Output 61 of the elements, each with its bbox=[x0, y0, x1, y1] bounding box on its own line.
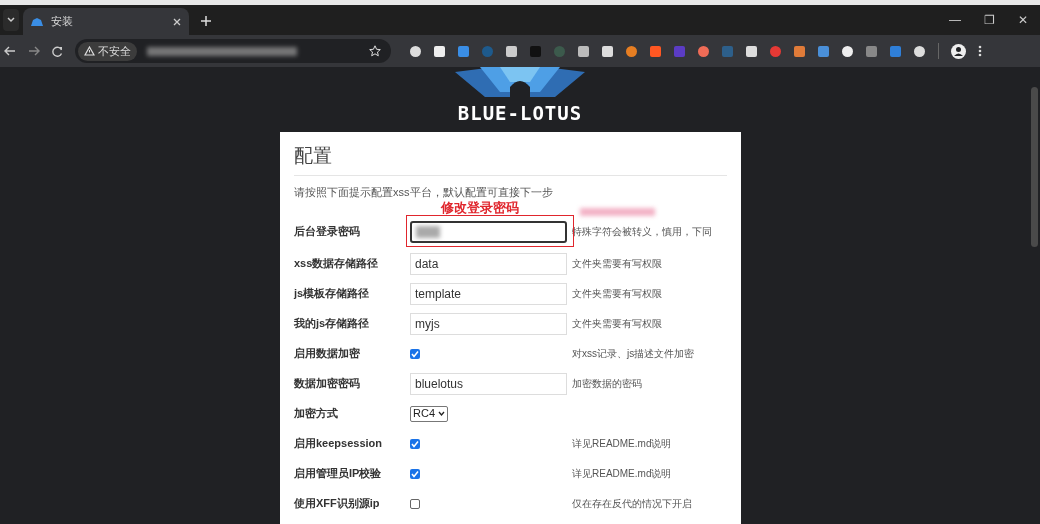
extension-icon[interactable] bbox=[625, 44, 638, 58]
hint-text: 加密数据的密码 bbox=[572, 377, 642, 391]
page-title: 配置 bbox=[294, 146, 727, 176]
minimize-button[interactable]: — bbox=[938, 11, 972, 29]
hint-text: 文件夹需要有写权限 bbox=[572, 257, 662, 271]
lotus-favicon bbox=[31, 17, 43, 26]
extension-icon[interactable] bbox=[841, 44, 854, 58]
checkbox[interactable] bbox=[410, 348, 420, 359]
input-field[interactable]: data bbox=[410, 252, 567, 275]
reload-icon[interactable] bbox=[52, 45, 63, 57]
intro-text: 请按照下面提示配置xss平台，默认配置可直接下一步 bbox=[294, 185, 553, 200]
restore-button[interactable]: ❐ bbox=[972, 11, 1006, 29]
logo-text: BLUE-LOTUS bbox=[457, 101, 583, 126]
chevron-down-icon bbox=[438, 411, 445, 416]
input-field[interactable]: myjs bbox=[410, 312, 567, 335]
field-label: 加密方式 bbox=[294, 406, 339, 422]
browser-tab[interactable]: 安装 bbox=[23, 8, 189, 35]
extension-icon[interactable] bbox=[577, 44, 590, 58]
address-bar[interactable]: 不安全 bbox=[75, 39, 391, 63]
menu-icon[interactable] bbox=[978, 45, 982, 57]
field-label: 使用XFF识别源ip bbox=[294, 496, 381, 512]
profile-icon[interactable] bbox=[951, 43, 966, 59]
extension-icon[interactable] bbox=[745, 44, 758, 58]
security-label: 不安全 bbox=[98, 43, 131, 59]
checkbox[interactable] bbox=[410, 438, 420, 449]
checkbox[interactable] bbox=[410, 468, 420, 479]
extension-icon[interactable] bbox=[601, 44, 614, 58]
extension-icon[interactable] bbox=[409, 44, 422, 58]
hint-text: 详见README.md说明 bbox=[572, 437, 672, 451]
hint-text: 对xss记录、js描述文件加密 bbox=[572, 347, 695, 361]
field-label: 启用keepsession bbox=[294, 436, 384, 452]
close-icon[interactable] bbox=[173, 17, 181, 26]
field-label: xss数据存储路径 bbox=[294, 256, 380, 272]
hint-text: 文件夹需要有写权限 bbox=[572, 287, 662, 301]
field-label: 启用数据加密 bbox=[294, 346, 361, 362]
forward-icon[interactable] bbox=[28, 46, 40, 56]
chevron-down-icon bbox=[7, 17, 15, 23]
field-label: 后台登录密码 bbox=[294, 224, 361, 240]
hint-text: 文件夹需要有写权限 bbox=[572, 317, 662, 331]
input-field[interactable]: bluelotus bbox=[410, 372, 567, 395]
field-label: js模板存储路径 bbox=[294, 286, 371, 302]
input-field[interactable]: template bbox=[410, 282, 567, 305]
back-icon[interactable] bbox=[4, 46, 16, 56]
extension-icon[interactable] bbox=[913, 44, 926, 58]
extension-icon[interactable] bbox=[433, 44, 446, 58]
hint-text: 仅在存在反代的情况下开启 bbox=[572, 497, 692, 511]
annotation-text: 修改登录密码 bbox=[441, 200, 519, 214]
field-label: 启用管理员IP校验 bbox=[294, 466, 383, 482]
password-field[interactable] bbox=[410, 220, 567, 243]
tab-search-button[interactable] bbox=[3, 9, 19, 31]
field-label: 我的js存储路径 bbox=[294, 316, 371, 332]
extension-icon[interactable] bbox=[505, 44, 518, 58]
close-window-button[interactable]: ✕ bbox=[1006, 11, 1040, 29]
select-dropdown[interactable]: RC4 bbox=[410, 405, 448, 422]
hint-text: 详见README.md说明 bbox=[572, 467, 672, 481]
warning-icon bbox=[84, 46, 95, 56]
field-label: 数据加密密码 bbox=[294, 376, 361, 392]
checkbox[interactable] bbox=[410, 498, 420, 509]
bookmark-star-icon[interactable] bbox=[369, 45, 381, 57]
new-tab-icon[interactable] bbox=[201, 16, 211, 26]
scrollbar[interactable] bbox=[1031, 87, 1038, 247]
